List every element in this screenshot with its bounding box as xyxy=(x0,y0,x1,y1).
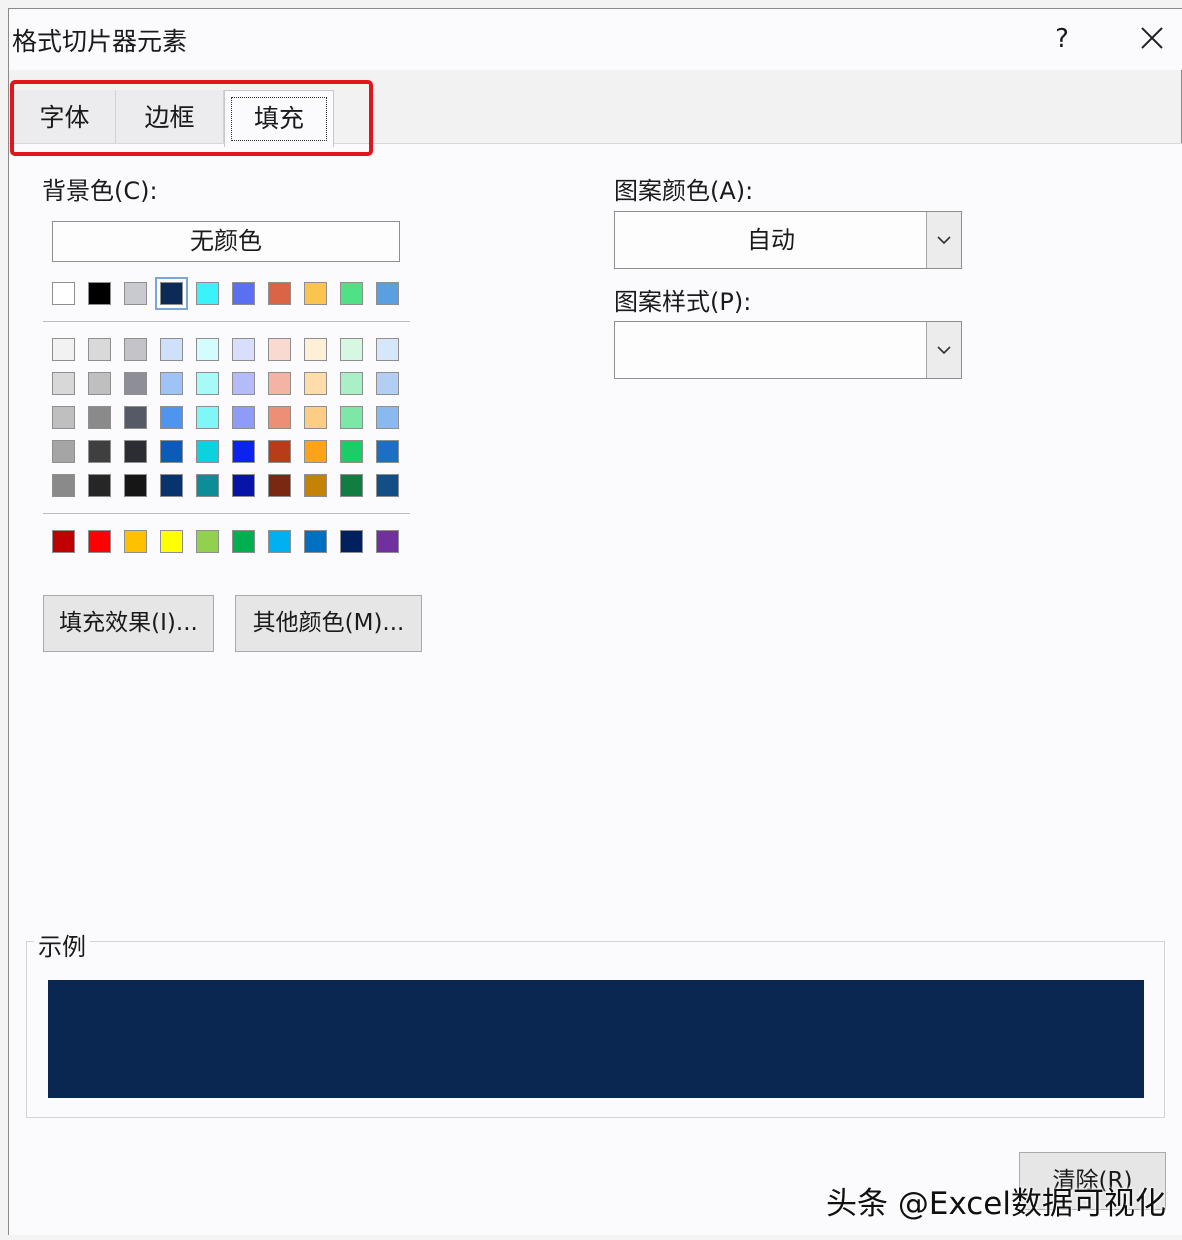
color-swatch-tint[interactable] xyxy=(52,406,75,429)
color-swatch-tint[interactable] xyxy=(376,406,399,429)
color-swatch-tint[interactable] xyxy=(304,440,327,463)
pattern-style-label: 图案样式(P): xyxy=(614,288,752,316)
color-swatch-tint[interactable] xyxy=(376,338,399,361)
color-swatch-tint[interactable] xyxy=(160,406,183,429)
color-swatch-tint[interactable] xyxy=(376,440,399,463)
sample-label: 示例 xyxy=(34,927,90,962)
color-swatch-tint[interactable] xyxy=(88,372,111,395)
color-swatch-tint[interactable] xyxy=(268,338,291,361)
color-swatch-tint[interactable] xyxy=(340,406,363,429)
color-swatch-tint[interactable] xyxy=(232,338,255,361)
pattern-style-value xyxy=(615,322,927,378)
chevron-down-icon[interactable] xyxy=(926,212,961,268)
color-swatch-standard[interactable] xyxy=(376,530,399,553)
color-swatch-theme[interactable] xyxy=(124,282,147,305)
color-swatch-tint[interactable] xyxy=(160,372,183,395)
color-swatch-theme[interactable] xyxy=(52,282,75,305)
color-swatch-theme[interactable] xyxy=(304,282,327,305)
color-swatch-theme[interactable] xyxy=(340,282,363,305)
color-swatch-tint[interactable] xyxy=(232,474,255,497)
more-colors-button[interactable]: 其他颜色(M)... xyxy=(235,595,422,652)
background-color-label: 背景色(C): xyxy=(42,177,158,205)
color-swatch-standard[interactable] xyxy=(340,530,363,553)
color-swatch-tint[interactable] xyxy=(232,440,255,463)
color-swatch-theme[interactable] xyxy=(232,282,255,305)
color-swatch-tint[interactable] xyxy=(268,406,291,429)
color-swatch-tint[interactable] xyxy=(268,372,291,395)
color-swatch-standard[interactable] xyxy=(304,530,327,553)
pattern-color-label: 图案颜色(A): xyxy=(614,177,754,205)
color-swatch-tint[interactable] xyxy=(196,372,219,395)
chevron-down-icon[interactable] xyxy=(926,322,961,378)
color-swatch-theme[interactable] xyxy=(376,282,399,305)
pattern-style-dropdown[interactable] xyxy=(614,321,962,379)
color-swatch-tint[interactable] xyxy=(304,372,327,395)
color-swatch-tint[interactable] xyxy=(124,440,147,463)
color-swatch-tint[interactable] xyxy=(124,372,147,395)
color-swatch-standard[interactable] xyxy=(268,530,291,553)
fill-effects-button[interactable]: 填充效果(I)... xyxy=(43,595,214,652)
palette-divider xyxy=(43,321,410,322)
pattern-color-value: 自动 xyxy=(747,226,795,254)
color-swatch-standard[interactable] xyxy=(124,530,147,553)
color-swatch-tint[interactable] xyxy=(160,474,183,497)
color-swatch-tint[interactable] xyxy=(52,474,75,497)
dialog-title: 格式切片器元素 xyxy=(12,27,188,56)
color-swatch-tint[interactable] xyxy=(88,406,111,429)
color-swatch-tint[interactable] xyxy=(124,406,147,429)
color-swatch-tint[interactable] xyxy=(304,338,327,361)
color-swatch-standard[interactable] xyxy=(232,530,255,553)
color-swatch-tint[interactable] xyxy=(196,474,219,497)
color-swatch-tint[interactable] xyxy=(88,440,111,463)
color-swatch-tint[interactable] xyxy=(52,440,75,463)
color-swatch-tint[interactable] xyxy=(124,338,147,361)
color-swatch-tint[interactable] xyxy=(160,338,183,361)
color-swatch-tint[interactable] xyxy=(340,338,363,361)
color-swatch-tint[interactable] xyxy=(232,406,255,429)
color-swatch-tint[interactable] xyxy=(340,372,363,395)
color-swatch-theme[interactable] xyxy=(88,282,111,305)
color-swatch-tint[interactable] xyxy=(196,406,219,429)
color-swatch-theme[interactable] xyxy=(160,282,183,305)
color-swatch-tint[interactable] xyxy=(376,372,399,395)
color-swatch-standard[interactable] xyxy=(196,530,219,553)
color-swatch-tint[interactable] xyxy=(340,440,363,463)
color-swatch-theme[interactable] xyxy=(196,282,219,305)
no-color-button[interactable]: 无颜色 xyxy=(52,221,400,262)
color-swatch-tint[interactable] xyxy=(88,338,111,361)
tab-highlight-annotation xyxy=(10,80,373,156)
color-swatch-tint[interactable] xyxy=(232,372,255,395)
color-swatch-tint[interactable] xyxy=(304,474,327,497)
color-swatch-theme[interactable] xyxy=(268,282,291,305)
close-icon[interactable] xyxy=(1130,18,1174,60)
color-swatch-tint[interactable] xyxy=(304,406,327,429)
color-swatch-tint[interactable] xyxy=(268,474,291,497)
color-swatch-tint[interactable] xyxy=(196,440,219,463)
color-swatch-standard[interactable] xyxy=(52,530,75,553)
color-swatch-standard[interactable] xyxy=(160,530,183,553)
color-swatch-tint[interactable] xyxy=(52,372,75,395)
help-button[interactable]: ? xyxy=(1042,20,1082,58)
color-swatch-standard[interactable] xyxy=(88,530,111,553)
palette-divider xyxy=(43,513,410,514)
color-swatch-tint[interactable] xyxy=(88,474,111,497)
color-swatch-tint[interactable] xyxy=(268,440,291,463)
pattern-color-dropdown[interactable]: 自动 xyxy=(614,211,962,269)
watermark: 头条 @Excel数据可视化 xyxy=(826,1186,1166,1222)
color-swatch-tint[interactable] xyxy=(196,338,219,361)
color-swatch-tint[interactable] xyxy=(376,474,399,497)
color-swatch-tint[interactable] xyxy=(124,474,147,497)
color-swatch-tint[interactable] xyxy=(52,338,75,361)
color-swatch-tint[interactable] xyxy=(340,474,363,497)
sample-preview xyxy=(48,980,1144,1098)
color-swatch-tint[interactable] xyxy=(160,440,183,463)
